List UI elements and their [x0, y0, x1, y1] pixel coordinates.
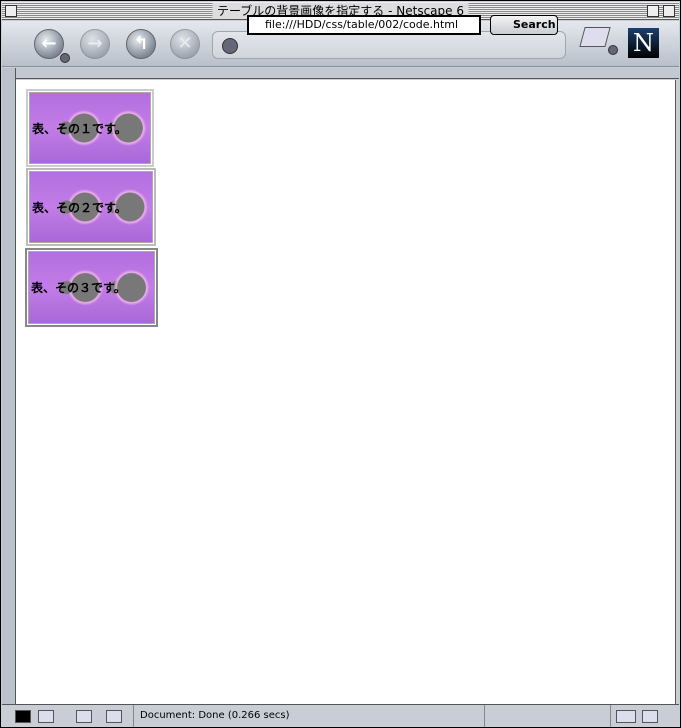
table-cell: 表、その３です。 — [28, 251, 155, 324]
stop-button[interactable]: ✕ — [170, 29, 200, 59]
url-bar-frame — [212, 31, 566, 59]
history-dropdown-icon[interactable] — [222, 38, 238, 54]
print-dropdown-icon[interactable] — [608, 45, 618, 55]
status-text: Document: Done (0.266 secs) — [140, 710, 290, 721]
composer-icon[interactable] — [76, 710, 92, 723]
mail-icon[interactable] — [38, 710, 54, 723]
table-2: 表、その２です。 — [26, 168, 156, 246]
status-bar: Document: Done (0.266 secs) — [2, 704, 679, 727]
forward-button[interactable]: → — [80, 29, 110, 59]
search-label: Search — [513, 18, 556, 31]
page-content: 表、その１です。 表、その２です。 表、その３です。 — [16, 80, 676, 704]
online-icon[interactable] — [616, 710, 636, 723]
table-cell: 表、その１です。 — [29, 92, 151, 164]
navigator-icon[interactable] — [15, 710, 31, 723]
back-dropdown-icon[interactable] — [60, 53, 70, 63]
close-box[interactable] — [5, 5, 17, 17]
table-cell: 表、その２です。 — [29, 171, 153, 243]
reload-button[interactable]: ↰ — [126, 29, 156, 59]
print-icon[interactable] — [579, 27, 611, 47]
address-book-icon[interactable] — [106, 710, 122, 723]
url-input[interactable]: file:///HDD/css/table/002/code.html — [247, 15, 481, 35]
netscape-logo[interactable]: N — [628, 28, 659, 58]
security-lock-icon — [642, 710, 658, 723]
table-3: 表、その３です。 — [25, 248, 158, 327]
navigation-toolbar: ← → ↰ ✕ file:///HDD/css/table/002/code.h… — [2, 15, 679, 67]
table-1: 表、その１です。 — [26, 89, 154, 167]
back-button[interactable]: ← — [34, 29, 64, 59]
search-button[interactable]: Search — [490, 15, 558, 35]
tab-bar — [16, 68, 679, 79]
browser-window: テーブルの背景画像を指定する - Netscape 6 ← → ↰ ✕ file… — [0, 0, 681, 728]
sidebar-grippy[interactable] — [2, 68, 16, 704]
collapse-box[interactable] — [663, 5, 675, 17]
zoom-box[interactable] — [647, 5, 659, 17]
